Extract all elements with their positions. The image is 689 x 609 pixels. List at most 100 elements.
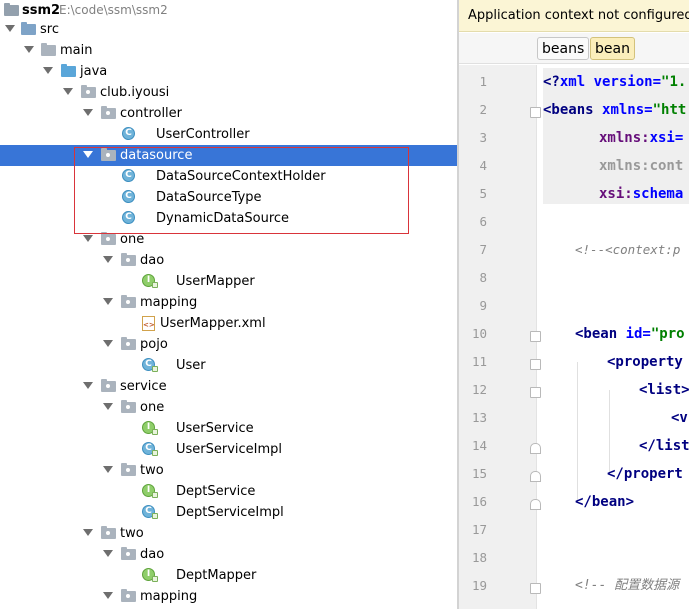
tree-node-label: dao: [140, 547, 165, 562]
expand-arrow-icon[interactable]: [103, 298, 113, 305]
lock-icon: [152, 492, 158, 498]
xml-file-icon: [142, 316, 157, 331]
expand-arrow-icon[interactable]: [83, 151, 93, 158]
tree-node-pojo[interactable]: pojo: [0, 334, 457, 355]
breadcrumb-bean[interactable]: bean: [590, 37, 635, 60]
tree-node-user-mapper-xml[interactable]: UserMapper.xml: [0, 313, 457, 334]
tree-node-user-mapper[interactable]: I UserMapper: [0, 271, 457, 292]
code-token: xsi:: [599, 186, 633, 202]
tree-node-user-service-impl[interactable]: C UserServiceImpl: [0, 439, 457, 460]
expand-arrow-icon[interactable]: [103, 592, 113, 599]
package-icon: [101, 379, 116, 393]
tree-node-project[interactable]: ssm2 E:\code\ssm\ssm2: [0, 0, 457, 21]
folder-icon: [41, 43, 56, 57]
expand-arrow-icon[interactable]: [63, 88, 73, 95]
tree-node-label: src: [40, 22, 59, 37]
tree-node-label: UserMapper.xml: [160, 316, 266, 331]
tree-node-two-mapping[interactable]: mapping: [0, 586, 457, 607]
code-token: <bean: [575, 326, 626, 342]
package-icon: [121, 463, 136, 477]
lock-icon: [152, 366, 158, 372]
tree-node-club-iyousi[interactable]: club.iyousi: [0, 82, 457, 103]
tree-node-label: one: [140, 400, 165, 415]
line-number: 2: [479, 102, 487, 117]
project-tree[interactable]: ssm2 E:\code\ssm\ssm2 src main java club…: [0, 0, 457, 609]
tree-node-one[interactable]: one: [0, 229, 457, 250]
tree-node-label: mapping: [140, 295, 198, 310]
breadcrumb: beans bean: [459, 33, 689, 64]
tree-node-dynamic-data-source[interactable]: C DynamicDataSource: [0, 208, 457, 229]
code-token: <?: [543, 74, 560, 90]
tree-node-user[interactable]: C User: [0, 355, 457, 376]
line-number: 4: [479, 158, 487, 173]
expand-arrow-icon[interactable]: [83, 529, 93, 536]
code-line-1: <?xml version="1.: [543, 68, 686, 96]
code-line-2: <beans xmlns="htt: [543, 96, 686, 124]
line-number: 8: [479, 270, 487, 285]
tree-node-datasource[interactable]: datasource: [0, 145, 457, 166]
package-icon: [101, 526, 116, 540]
code-token: xmlns:cont: [599, 158, 684, 174]
expand-arrow-icon[interactable]: [24, 46, 34, 53]
code-line-11: <property: [607, 354, 683, 370]
expand-arrow-icon[interactable]: [43, 67, 53, 74]
tree-node-label: UserMapper: [176, 274, 255, 289]
lock-icon: [152, 450, 158, 456]
tree-node-label: dao: [140, 253, 165, 268]
code-token: xmlns=: [602, 102, 653, 118]
java-interface-icon: I: [142, 484, 158, 498]
tree-node-java[interactable]: java: [0, 61, 457, 82]
tree-node-dept-service[interactable]: I DeptService: [0, 481, 457, 502]
code-line-4: xmlns:cont: [599, 152, 683, 180]
code-line-10: <bean id="pro: [575, 320, 685, 348]
tree-node-two-dao[interactable]: dao: [0, 544, 457, 565]
expand-arrow-icon[interactable]: [83, 382, 93, 389]
tree-node-one-mapping[interactable]: mapping: [0, 292, 457, 313]
tree-node-user-controller[interactable]: C UserController: [0, 124, 457, 145]
code-token: schema: [632, 186, 684, 202]
tree-node-service-one[interactable]: one: [0, 397, 457, 418]
package-icon: [101, 232, 116, 246]
code-token: "htt: [652, 102, 687, 118]
tree-node-src[interactable]: src: [0, 19, 457, 40]
tree-node-main[interactable]: main: [0, 40, 457, 61]
java-class-icon: C: [122, 169, 137, 183]
tree-node-service-two[interactable]: two: [0, 460, 457, 481]
xml-editor[interactable]: Application context not configured for b…: [459, 0, 689, 609]
tree-node-one-dao[interactable]: dao: [0, 250, 457, 271]
java-class-icon: C: [142, 505, 158, 519]
tree-node-dept-mapper[interactable]: I DeptMapper: [0, 565, 457, 586]
java-interface-icon: I: [142, 568, 158, 582]
line-number: 11: [471, 354, 487, 369]
tree-node-controller[interactable]: controller: [0, 103, 457, 124]
expand-arrow-icon[interactable]: [5, 25, 15, 32]
expand-arrow-icon[interactable]: [103, 466, 113, 473]
expand-arrow-icon[interactable]: [103, 403, 113, 410]
tree-node-two[interactable]: two: [0, 523, 457, 544]
tree-node-label: UserService: [176, 421, 254, 436]
tree-node-service[interactable]: service: [0, 376, 457, 397]
context-notification-bar[interactable]: Application context not configured for: [459, 0, 689, 32]
project-path: E:\code\ssm\ssm2: [59, 3, 168, 17]
source-folder-icon: [21, 22, 36, 36]
code-line-16: </bean>: [575, 494, 635, 510]
code-token: "1.: [661, 74, 687, 90]
line-number: 18: [471, 550, 487, 565]
expand-arrow-icon[interactable]: [103, 340, 113, 347]
tree-node-data-source-context-holder[interactable]: C DataSourceContextHolder: [0, 166, 457, 187]
expand-arrow-icon[interactable]: [103, 256, 113, 263]
tree-node-dept-service-impl[interactable]: C DeptServiceImpl: [0, 502, 457, 523]
package-icon: [121, 337, 136, 351]
tree-node-label: two: [140, 463, 164, 478]
tree-node-label: two: [120, 526, 144, 541]
tree-node-user-service[interactable]: I UserService: [0, 418, 457, 439]
expand-arrow-icon[interactable]: [83, 235, 93, 242]
code-area[interactable]: <?xml version="1. <beans xmlns="htt xmln…: [538, 65, 689, 609]
breadcrumb-beans[interactable]: beans: [537, 37, 590, 60]
java-interface-icon: I: [142, 421, 158, 435]
package-icon: [81, 85, 96, 99]
tree-node-label: one: [120, 232, 145, 247]
tree-node-data-source-type[interactable]: C DataSourceType: [0, 187, 457, 208]
expand-arrow-icon[interactable]: [83, 109, 93, 116]
expand-arrow-icon[interactable]: [103, 550, 113, 557]
